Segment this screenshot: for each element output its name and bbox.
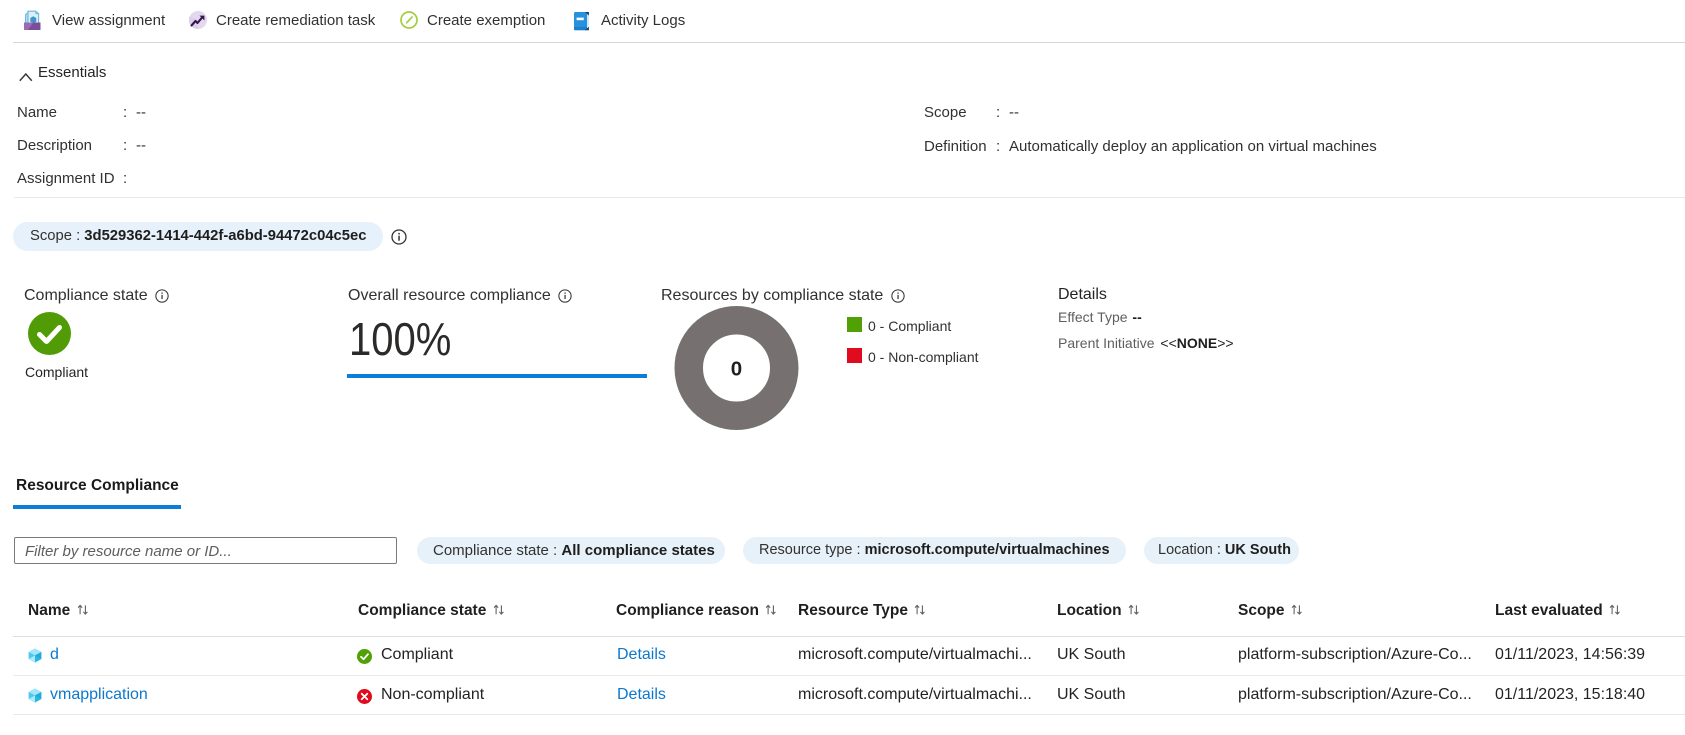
svg-text:0: 0 [731,358,742,381]
